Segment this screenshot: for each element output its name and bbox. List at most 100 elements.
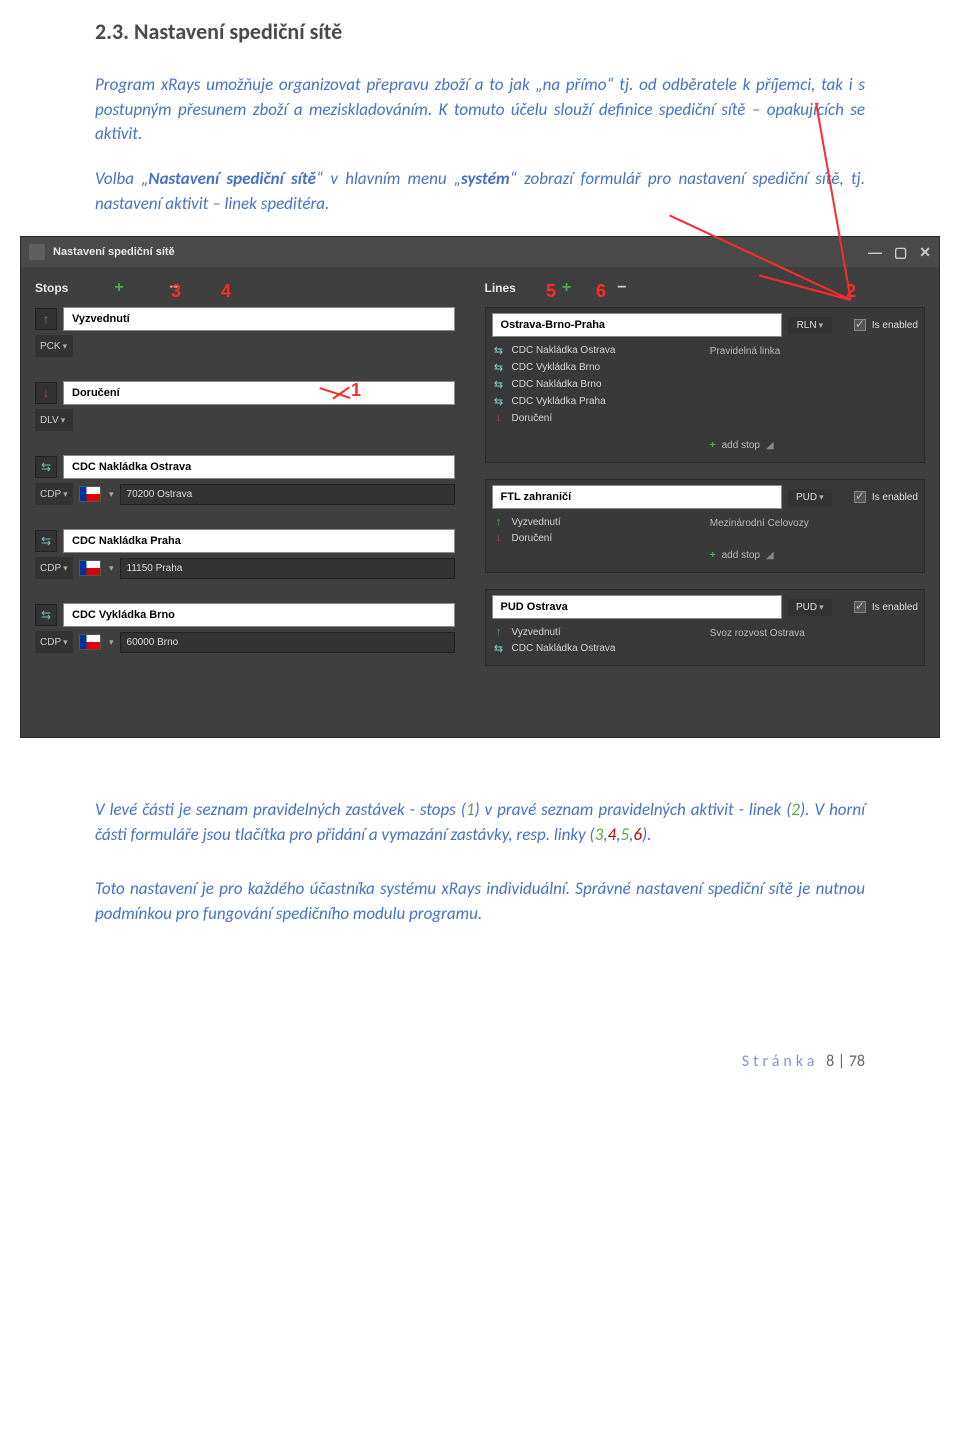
remove-stop-button[interactable]: − — [170, 279, 179, 297]
ref-6: 6 — [633, 824, 642, 845]
stop-name-input[interactable]: CDC Nakládka Ostrava — [63, 455, 455, 479]
enabled-label: Is enabled — [872, 320, 918, 331]
stops-column: Stops + − ↑ Vyzvednutí PCK▾ ↓ — [35, 279, 455, 737]
page-footer: Stránka 8 | 78 — [95, 1052, 865, 1071]
app-icon — [29, 244, 45, 260]
flag-icon[interactable] — [79, 560, 101, 576]
line-block: Ostrava-Brno-Praha RLN▾ Is enabled ⇆CDC … — [485, 307, 925, 463]
transfer-icon: ⇆ — [492, 344, 506, 357]
chevron-down-icon: ▾ — [109, 637, 114, 648]
bold-term-2: systém — [461, 168, 510, 189]
transfer-icon: ⇆ — [492, 642, 506, 655]
flag-icon[interactable] — [79, 634, 101, 650]
pin-icon[interactable]: ◢ — [766, 550, 774, 561]
arrow-up-icon: ↑ — [492, 626, 506, 638]
add-stop-label[interactable]: add stop — [722, 440, 760, 451]
chevron-down-icon: ▾ — [63, 563, 68, 574]
paragraph-below-2: Toto nastavení je pro každého účastníka … — [95, 877, 865, 926]
paragraph-intro-1: Program xRays umožňuje organizovat přepr… — [95, 73, 865, 147]
line-name-input[interactable]: PUD Ostrava — [492, 595, 782, 619]
stop-block: ⇆ CDC Vykládka Brno CDP▾ ▾ 60000 Brno — [35, 603, 455, 653]
add-stop-label[interactable]: add stop — [722, 550, 760, 561]
chevron-down-icon: ▾ — [63, 637, 68, 648]
flag-icon[interactable] — [79, 486, 101, 502]
stop-code[interactable]: DLV▾ — [35, 409, 73, 431]
enabled-label: Is enabled — [872, 492, 918, 503]
line-item[interactable]: ⇆CDC Nakládka Ostrava — [492, 640, 700, 657]
window-controls: — ▢ ✕ — [868, 244, 931, 261]
arrow-down-icon[interactable]: ↓ — [35, 382, 57, 404]
stop-name-input[interactable]: CDC Vykládka Brno — [63, 603, 455, 627]
stops-label: Stops — [35, 281, 68, 295]
stop-block: ⇆ CDC Nakládka Ostrava CDP▾ ▾ 70200 Ostr… — [35, 455, 455, 505]
line-item[interactable]: ↑Vyzvednutí — [492, 514, 700, 530]
postal-input[interactable]: 70200 Ostrava — [120, 484, 455, 505]
line-item[interactable]: ⇆CDC Vykládka Praha — [492, 393, 700, 410]
line-item[interactable]: ↑Vyzvednutí — [492, 624, 700, 640]
line-name-input[interactable]: Ostrava-Brno-Praha — [492, 313, 782, 337]
arrow-down-icon: ↓ — [492, 532, 506, 544]
remove-line-button[interactable]: − — [617, 279, 626, 297]
arrow-down-icon: ↓ — [492, 412, 506, 424]
ref-2: 2 — [791, 799, 800, 820]
text: “ v hlavním menu „ — [316, 168, 461, 189]
pin-icon[interactable]: ◢ — [766, 440, 774, 451]
close-button[interactable]: ✕ — [919, 244, 931, 261]
enabled-checkbox[interactable] — [854, 491, 866, 503]
bold-term-1: Nastavení spediční sítě — [148, 168, 316, 189]
line-code[interactable]: PUD▾ — [788, 489, 832, 506]
transfer-icon[interactable]: ⇆ — [35, 456, 57, 478]
chevron-down-icon: ▾ — [63, 341, 68, 352]
line-item[interactable]: ⇆CDC Nakládka Brno — [492, 376, 700, 393]
line-block: PUD Ostrava PUD▾ Is enabled ↑Vyzvednutí … — [485, 589, 925, 666]
window-titlebar: Nastavení spediční sítě — ▢ ✕ — [21, 237, 939, 267]
section-title: 2.3. Nastavení spediční sítě — [95, 18, 865, 45]
stop-name-input[interactable]: Vyzvednutí — [63, 307, 455, 331]
lines-column: Lines + − Ostrava-Brno-Praha RLN▾ Is ena… — [485, 279, 925, 737]
postal-input[interactable]: 11150 Praha — [120, 558, 455, 579]
stop-code[interactable]: CDP▾ — [35, 631, 73, 653]
maximize-button[interactable]: ▢ — [894, 244, 907, 261]
stop-name-input[interactable]: Doručení — [63, 381, 455, 405]
paragraph-intro-2: Volba „Nastavení spediční sítě“ v hlavní… — [95, 167, 865, 216]
line-code[interactable]: PUD▾ — [788, 599, 832, 616]
add-stop-button[interactable]: + — [114, 279, 123, 297]
arrow-up-icon: ↑ — [492, 516, 506, 528]
line-item[interactable]: ⇆CDC Vykládka Brno — [492, 359, 700, 376]
text: Volba „ — [95, 168, 148, 189]
minimize-button[interactable]: — — [868, 244, 882, 261]
enabled-checkbox[interactable] — [854, 601, 866, 613]
ref-4: 4 — [608, 824, 617, 845]
add-line-button[interactable]: + — [562, 279, 571, 297]
transfer-icon[interactable]: ⇆ — [35, 530, 57, 552]
ref-1: 1 — [466, 799, 475, 820]
enabled-checkbox[interactable] — [854, 319, 866, 331]
line-item[interactable]: ⇆CDC Nakládka Ostrava — [492, 342, 700, 359]
chevron-down-icon: ▾ — [61, 415, 66, 426]
plus-icon[interactable]: + — [710, 550, 716, 561]
chevron-down-icon: ▾ — [109, 489, 114, 500]
line-name-input[interactable]: FTL zahraničí — [492, 485, 782, 509]
ref-5: 5 — [620, 824, 629, 845]
line-note-text: Svoz rozvost Ostrava — [710, 628, 918, 639]
plus-icon[interactable]: + — [710, 440, 716, 451]
transfer-icon[interactable]: ⇆ — [35, 604, 57, 626]
window-title: Nastavení spediční sítě — [53, 246, 175, 258]
line-code[interactable]: RLN▾ — [788, 317, 832, 334]
app-screenshot: 3 4 5 6 2 1 Nastavení spediční sítě — ▢ … — [20, 236, 940, 738]
transfer-icon: ⇆ — [492, 361, 506, 374]
enabled-label: Is enabled — [872, 602, 918, 613]
transfer-icon: ⇆ — [492, 395, 506, 408]
postal-input[interactable]: 60000 Brno — [120, 632, 455, 653]
stop-code[interactable]: CDP▾ — [35, 557, 73, 579]
arrow-up-icon[interactable]: ↑ — [35, 308, 57, 330]
stop-code[interactable]: CDP▾ — [35, 483, 73, 505]
footer-page: 8 | 78 — [826, 1052, 865, 1071]
stop-name-input[interactable]: CDC Nakládka Praha — [63, 529, 455, 553]
stop-block: ↓ Doručení DLV▾ — [35, 381, 455, 431]
line-item[interactable]: ↓Doručení — [492, 410, 700, 426]
line-item[interactable]: ↓Doručení — [492, 530, 700, 546]
stop-code[interactable]: PCK▾ — [35, 335, 73, 357]
paragraph-below-1: V levé části je seznam pravidelných zast… — [95, 798, 865, 847]
stop-block: ↑ Vyzvednutí PCK▾ — [35, 307, 455, 357]
